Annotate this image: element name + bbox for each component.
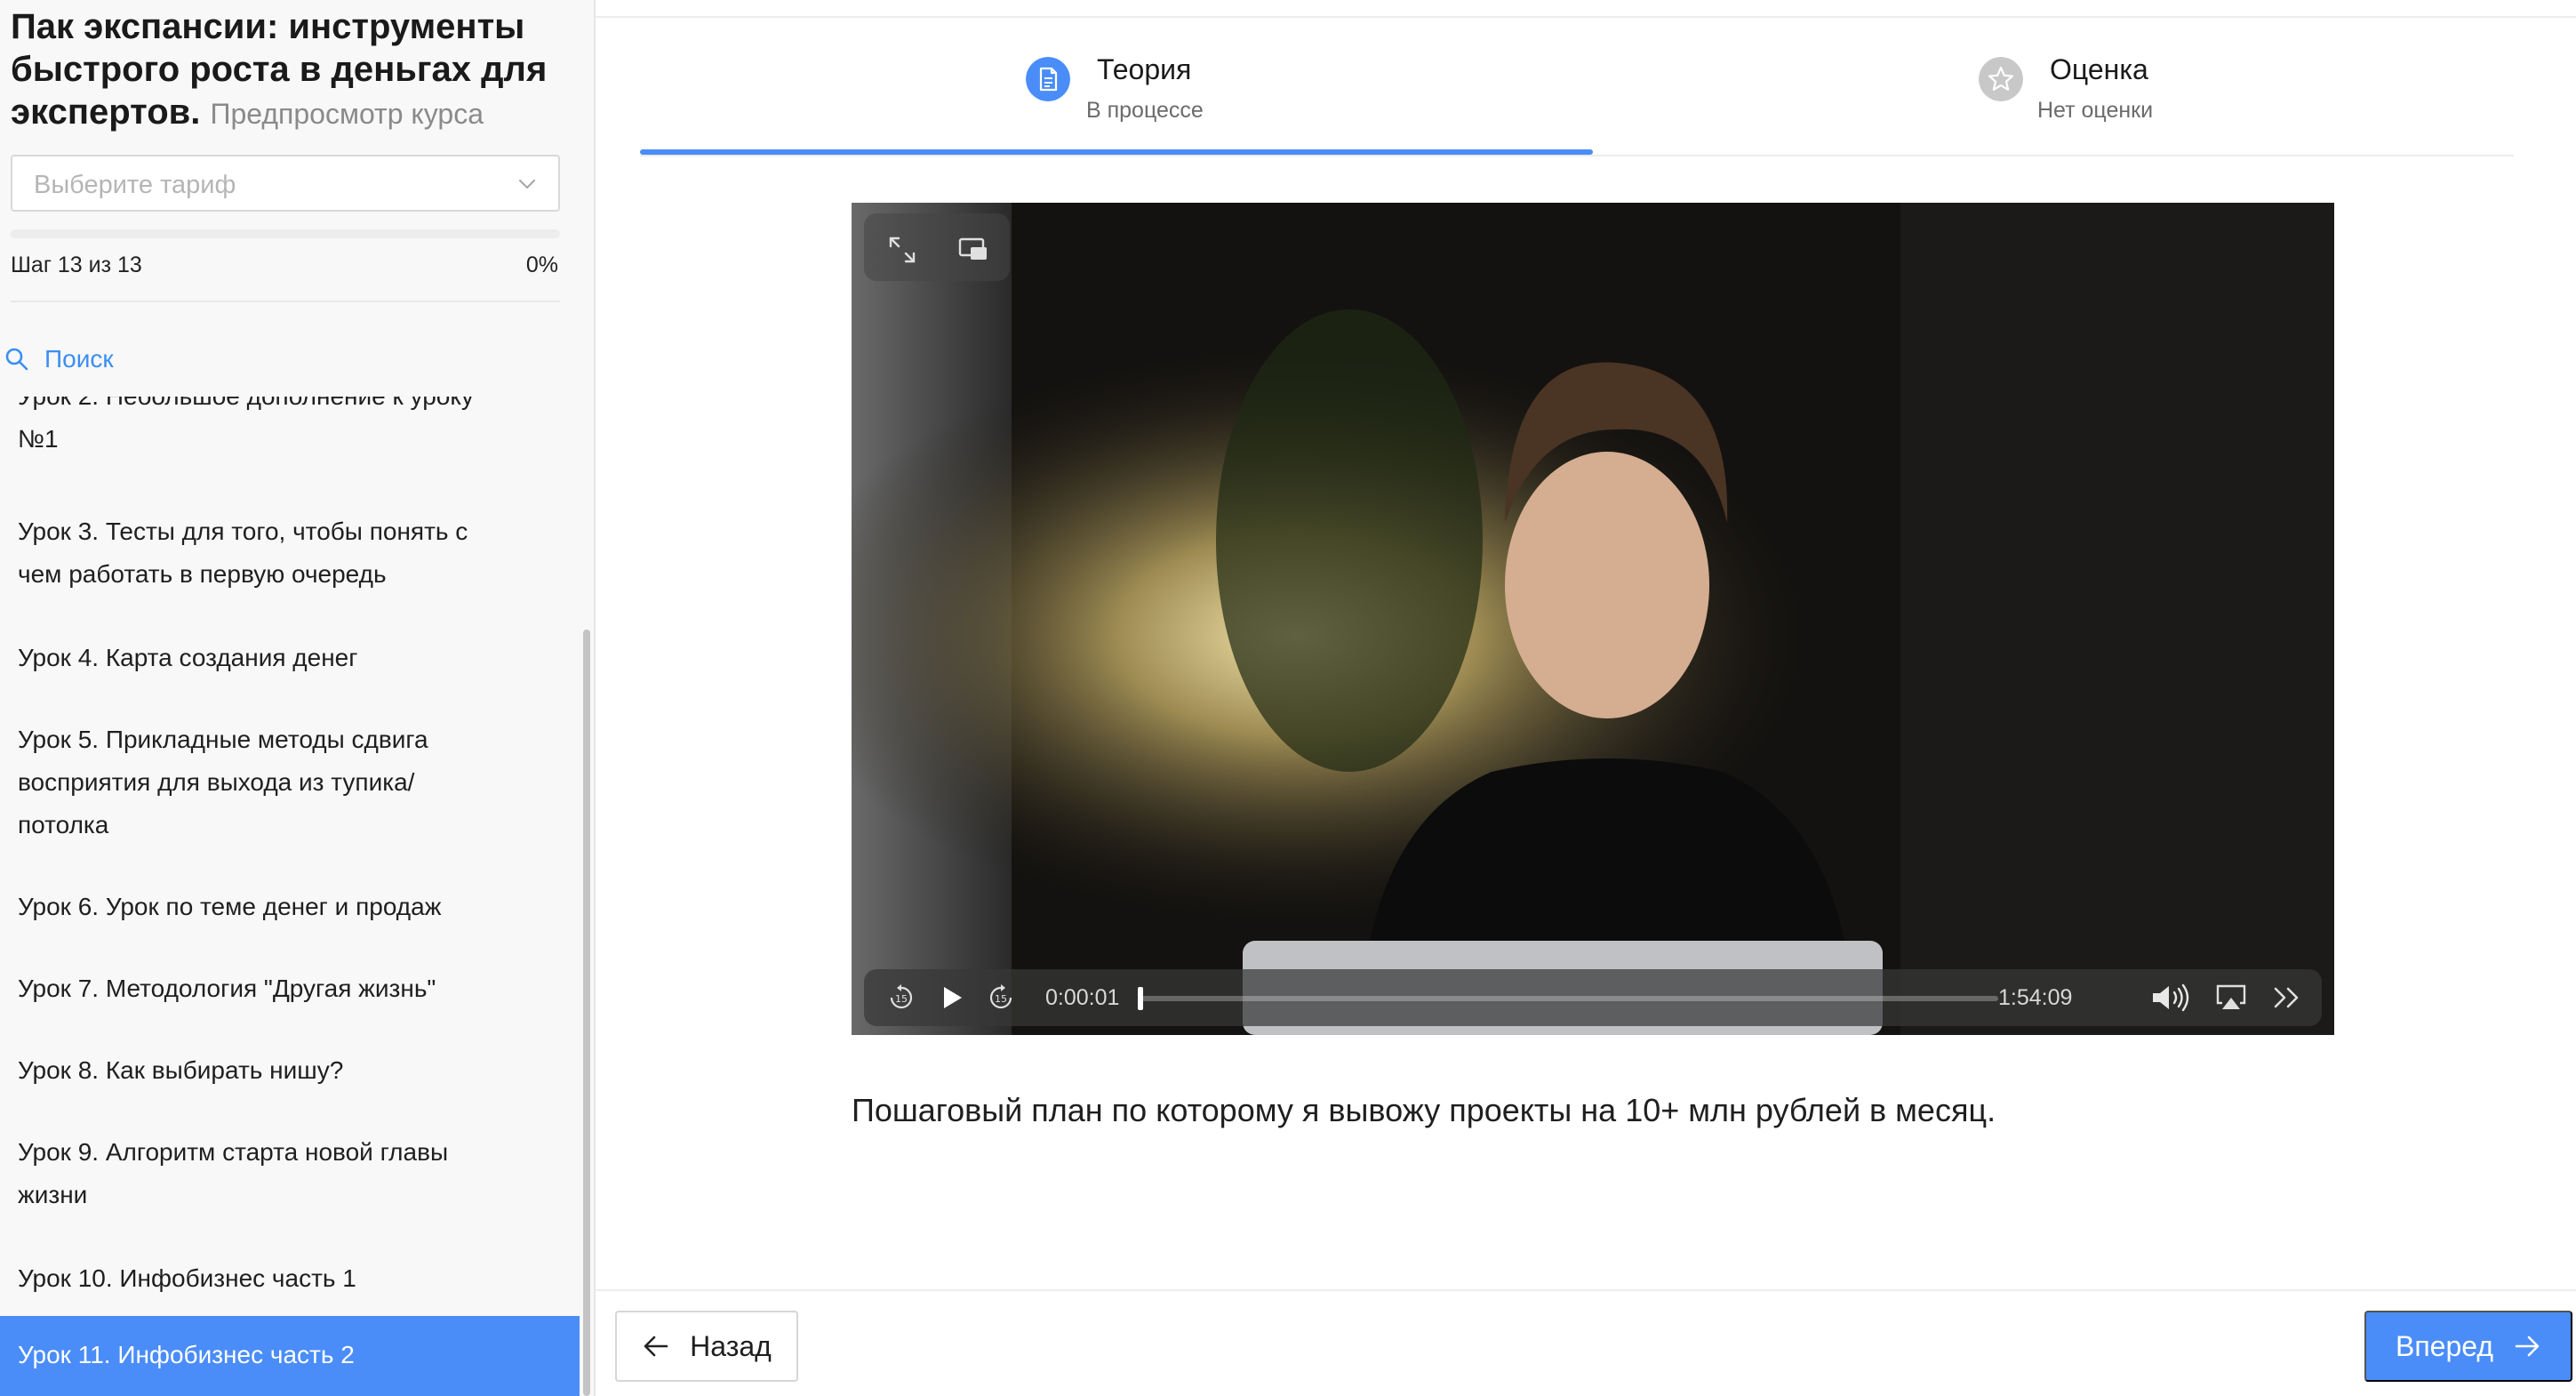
search-icon bbox=[5, 348, 28, 371]
lesson-item-2[interactable]: Урок 2. Небольшое дополнение к уроку №1 bbox=[0, 397, 580, 461]
tab-theory-status: В процессе bbox=[1086, 98, 1204, 123]
header-divider bbox=[596, 16, 2576, 18]
video-controls: 15 15 0:00:01 1:54:09 bbox=[864, 969, 2322, 1026]
tariff-select[interactable]: Выберите тариф bbox=[11, 155, 560, 212]
tab-theory-label: Теория bbox=[1097, 53, 1192, 85]
tab-assessment[interactable]: Оценка Нет оценки bbox=[1979, 53, 2210, 151]
expand-icon[interactable] bbox=[887, 235, 917, 265]
tab-assessment-label: Оценка bbox=[2050, 53, 2148, 85]
tabs-underline bbox=[640, 155, 2514, 156]
progress-percent: 0% bbox=[525, 253, 558, 277]
star-icon bbox=[1979, 57, 2023, 101]
rewind-15-icon[interactable]: 15 bbox=[887, 983, 916, 1012]
lesson-item-10[interactable]: Урок 10. Инфобизнес часть 1 bbox=[0, 1257, 580, 1300]
lesson-title-line: восприятия для выхода из тупика/ bbox=[18, 768, 415, 796]
more-chevrons-icon[interactable] bbox=[2272, 985, 2302, 1010]
svg-text:15: 15 bbox=[995, 993, 1007, 1005]
lesson-title-line: потолка bbox=[18, 811, 109, 838]
airplay-icon[interactable] bbox=[2215, 983, 2247, 1012]
lesson-title-line: Урок 7. Методология "Другая жизнь" bbox=[18, 975, 436, 1002]
lesson-item-8[interactable]: Урок 8. Как выбирать нишу? bbox=[0, 1049, 580, 1092]
lesson-title-line: №1 bbox=[18, 425, 59, 453]
arrow-left-icon bbox=[644, 1336, 668, 1357]
lesson-title-line: Урок 3. Тесты для того, чтобы понять с bbox=[18, 517, 468, 545]
video-seek-thumb[interactable] bbox=[1138, 987, 1144, 1010]
lesson-title-line: Урок 4. Карта создания денег bbox=[18, 644, 358, 671]
lesson-title-line: Урок 10. Инфобизнес часть 1 bbox=[18, 1264, 356, 1292]
video-seek-bar[interactable] bbox=[1138, 987, 1998, 1010]
volume-icon[interactable] bbox=[2149, 982, 2192, 1014]
lesson-title-line: Урок 5. Прикладные методы сдвига bbox=[18, 726, 428, 753]
video-current-time: 0:00:01 bbox=[1045, 985, 1120, 1010]
lesson-description: Пошаговый план по которому я вывожу прое… bbox=[852, 1092, 1996, 1128]
lesson-content: Теория В процессе Оценка Нет оценки 15 1… bbox=[596, 0, 2576, 1396]
lesson-title-line: Урок 9. Алгоритм старта новой главы bbox=[18, 1138, 449, 1166]
lesson-list: Урок 2. Небольшое дополнение к уроку №1 … bbox=[0, 397, 580, 1396]
lesson-title-line: Урок 6. Урок по теме денег и продаж bbox=[18, 893, 442, 920]
video-toolbar bbox=[864, 213, 1010, 281]
forward-15-icon[interactable]: 15 bbox=[987, 983, 1015, 1012]
course-title: Пак экспансии: инструменты быстрого рост… bbox=[11, 5, 562, 135]
lesson-item-7[interactable]: Урок 7. Методология "Другая жизнь" bbox=[0, 967, 580, 1010]
play-icon[interactable] bbox=[939, 983, 965, 1012]
step-counter: Шаг 13 из 13 bbox=[11, 253, 142, 277]
video-duration: 1:54:09 bbox=[1998, 985, 2073, 1010]
lesson-title-line: чем работать в первую очередь bbox=[18, 560, 387, 588]
next-button-label: Вперед bbox=[2395, 1329, 2494, 1362]
lesson-item-5[interactable]: Урок 5. Прикладные методы сдвига восприя… bbox=[0, 718, 580, 846]
course-subtitle: Предпросмотр курса bbox=[210, 98, 484, 130]
footer-divider bbox=[596, 1289, 2576, 1291]
svg-text:15: 15 bbox=[895, 993, 908, 1005]
picture-in-picture-icon[interactable] bbox=[958, 237, 988, 263]
tab-assessment-status: Нет оценки bbox=[2037, 98, 2154, 123]
lesson-title-line: жизни bbox=[18, 1181, 88, 1208]
search-label: Поиск bbox=[44, 345, 114, 373]
lesson-title-line: Урок 8. Как выбирать нишу? bbox=[18, 1056, 344, 1084]
document-icon bbox=[1026, 57, 1070, 101]
tariff-placeholder: Выберите тариф bbox=[34, 171, 236, 199]
lesson-item-11-active[interactable]: Урок 11. Инфобизнес часть 2 bbox=[0, 1316, 580, 1396]
search-button[interactable]: Поиск bbox=[4, 341, 114, 377]
lesson-title-line: Урок 11. Инфобизнес часть 2 bbox=[18, 1341, 355, 1368]
tab-active-indicator bbox=[640, 149, 1593, 155]
course-progress-bar bbox=[11, 229, 560, 238]
chevron-down-icon bbox=[518, 179, 536, 189]
lesson-title-line: Урок 2. Небольшое дополнение к уроку bbox=[18, 397, 508, 418]
tab-theory[interactable]: Теория В процессе bbox=[1026, 53, 1292, 151]
lesson-item-9[interactable]: Урок 9. Алгоритм старта новой главы жизн… bbox=[0, 1131, 580, 1216]
sidebar-divider bbox=[11, 301, 560, 302]
lesson-item-6[interactable]: Урок 6. Урок по теме денег и продаж bbox=[0, 886, 580, 928]
lesson-list-scrollbar[interactable] bbox=[583, 630, 590, 1396]
lesson-item-3[interactable]: Урок 3. Тесты для того, чтобы понять с ч… bbox=[0, 510, 580, 596]
lesson-item-4[interactable]: Урок 4. Карта создания денег bbox=[0, 637, 580, 679]
back-button[interactable]: Назад bbox=[615, 1311, 798, 1382]
video-frame bbox=[852, 203, 2334, 1035]
next-button[interactable]: Вперед bbox=[2364, 1311, 2572, 1382]
arrow-right-icon bbox=[2515, 1336, 2540, 1357]
back-button-label: Назад bbox=[690, 1329, 772, 1362]
sidebar: Пак экспансии: инструменты быстрого рост… bbox=[0, 0, 596, 1396]
video-player[interactable]: 15 15 0:00:01 1:54:09 bbox=[852, 203, 2334, 1035]
